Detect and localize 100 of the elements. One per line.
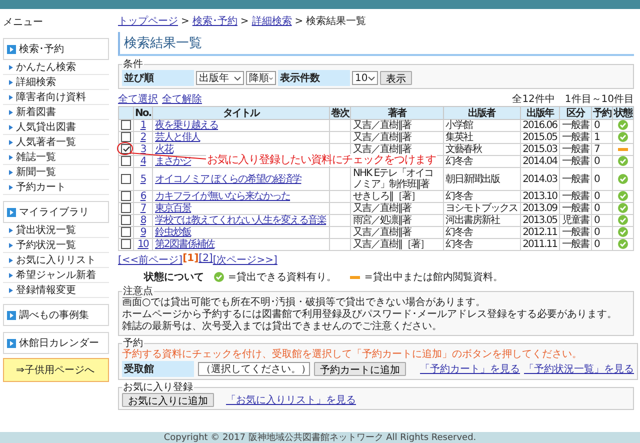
- breadcrumb-link[interactable]: 検索･予約: [192, 14, 238, 28]
- kids-page-link[interactable]: ⇒子供用ページへ: [3, 358, 109, 382]
- fieldset-legend: 注意点: [122, 286, 154, 297]
- title-link[interactable]: まさかジ: [155, 156, 192, 167]
- show-button[interactable]: 表示: [380, 71, 412, 85]
- row-checkbox[interactable]: [121, 215, 131, 226]
- menu-item[interactable]: かんたん検索: [3, 60, 109, 75]
- row-checkbox[interactable]: [121, 174, 131, 184]
- column-header: タイトル: [152, 106, 330, 120]
- menu-item[interactable]: 新聞一覧: [3, 165, 109, 180]
- breadcrumb-link[interactable]: トップページ: [118, 14, 178, 28]
- table-cell: 2016.06: [520, 120, 560, 132]
- row-checkbox[interactable]: [121, 144, 131, 154]
- table-cell: 2013.05: [520, 214, 560, 226]
- page-title: 検索結果一覧: [118, 32, 634, 56]
- table-cell: 0: [592, 156, 612, 168]
- favorite-list-link[interactable]: 「お気に入りリスト」を見る: [226, 393, 356, 407]
- menu-item[interactable]: 人気著者一覧: [3, 135, 109, 150]
- table-cell: 0: [592, 214, 612, 226]
- menu-item[interactable]: 詳細検索: [3, 75, 109, 90]
- table-cell: 文藝春秋: [443, 144, 520, 156]
- menu-section-header[interactable]: マイライブラリ: [3, 201, 109, 223]
- column-header: 状態: [612, 106, 634, 120]
- table-cell: 幻冬舎: [443, 156, 520, 168]
- row-checkbox[interactable]: [121, 132, 131, 142]
- menu-item[interactable]: 予約状況一覧: [3, 238, 109, 253]
- page-link[interactable]: [2]: [198, 253, 213, 267]
- title-link[interactable]: 東京百景: [155, 203, 192, 214]
- bullet-icon: [9, 272, 13, 278]
- bullet-icon: [9, 140, 13, 144]
- bullet-icon: [9, 288, 13, 292]
- page-link[interactable]: [<<前ページ]: [118, 253, 183, 267]
- bullet-icon: [7, 44, 16, 54]
- bullet-icon: [9, 124, 13, 130]
- row-checkbox[interactable]: [121, 191, 131, 202]
- table-cell: 一般書: [560, 132, 592, 144]
- sort-order-select[interactable]: 降順: [246, 71, 276, 85]
- table-cell: 2013.09: [520, 202, 560, 214]
- copyright-text: Copyright © 2017 阪神地域公共図書館ネットワーク All Rights Reserved.: [164, 432, 476, 442]
- column-header: No.: [134, 106, 153, 120]
- menu-item[interactable]: 貸出状況一覧: [3, 223, 109, 238]
- table-cell: NHK Eテレ「オイコノミア」制作班‖著: [350, 168, 444, 190]
- column-header: 出版者: [443, 106, 520, 120]
- caret-icon: [234, 76, 241, 80]
- page-link[interactable]: [次ページ>>]: [212, 253, 278, 267]
- table-cell: 又吉／直樹‖著: [350, 226, 444, 238]
- menu-item[interactable]: 障害者向け資料: [3, 90, 109, 105]
- table-cell: 2014.03: [520, 168, 560, 190]
- status-legend-text: =貸出できる資料有り。: [228, 270, 336, 284]
- sort-field-select[interactable]: 出版年: [196, 71, 244, 85]
- table-cell: 一般書: [560, 190, 592, 202]
- count-select[interactable]: 10: [352, 71, 378, 85]
- menu-item[interactable]: 予約カート: [3, 180, 109, 195]
- title-link[interactable]: 火花: [155, 144, 174, 155]
- current-page: [1]: [182, 253, 199, 266]
- row-number-link[interactable]: 5: [140, 174, 146, 184]
- breadcrumb-current: 検索結果一覧: [306, 14, 366, 28]
- row-checkbox[interactable]: [121, 227, 131, 238]
- highlight-circle: [117, 142, 133, 155]
- table-cell: 雨宮／処凛‖著: [350, 214, 444, 226]
- breadcrumb-separator: >: [181, 16, 190, 26]
- menu-item[interactable]: お気に入りリスト: [3, 253, 109, 268]
- table-cell: 幻冬舎: [443, 226, 520, 238]
- select-all-link[interactable]: 全て選択: [118, 92, 158, 106]
- breadcrumb-link[interactable]: 詳細検索: [252, 14, 292, 28]
- view-link[interactable]: 「予約状況一覧」を見る: [524, 362, 634, 376]
- bullet-icon: [9, 64, 13, 70]
- bullet-icon: [9, 228, 13, 232]
- column-header: 巻次: [330, 106, 351, 120]
- deselect-all-link[interactable]: 全て解除: [162, 92, 202, 106]
- table-cell: 0: [592, 168, 612, 190]
- pickup-select[interactable]: （選択してください。）: [198, 362, 310, 376]
- table-cell: 0: [592, 202, 612, 214]
- row-checkbox[interactable]: [121, 120, 131, 130]
- row-checkbox[interactable]: [121, 156, 131, 166]
- add-favorite-button[interactable]: お気に入りに追加: [122, 393, 214, 407]
- caret-icon: [368, 76, 375, 80]
- bullet-icon: [9, 154, 13, 160]
- row-checkbox[interactable]: [121, 239, 131, 250]
- table-cell: 2013.10: [520, 190, 560, 202]
- menu-item[interactable]: 雑誌一覧: [3, 150, 109, 165]
- instruction-text: 予約する資料にチェックを付け、受取館を選択して「予約カートに追加」のボタンを押してください。: [122, 349, 583, 361]
- bullet-icon: [7, 208, 16, 216]
- menu-section-header[interactable]: 休館日カレンダー: [3, 332, 109, 354]
- table-cell: 2015.03: [520, 144, 560, 156]
- menu-item[interactable]: 希望ジャンル新着: [3, 268, 109, 283]
- title-link[interactable]: 鈴虫炒飯: [155, 227, 192, 238]
- add-to-cart-button[interactable]: 予約カートに追加: [314, 362, 406, 376]
- menu-item[interactable]: 人気貸出図書: [3, 120, 109, 135]
- menu-section-header[interactable]: 調べもの事例集: [3, 304, 109, 326]
- table-cell: 一般書: [560, 168, 592, 190]
- table-cell: 2015.05: [520, 132, 560, 144]
- menu-section-header[interactable]: 検索･予約: [3, 38, 109, 60]
- menu-item[interactable]: 新着図書: [3, 105, 109, 120]
- row-checkbox[interactable]: [121, 203, 131, 214]
- result-count: 全12件中 1件目～10件目: [512, 92, 634, 106]
- table-cell: 一般書: [560, 226, 592, 238]
- bullet-icon: [7, 338, 16, 348]
- view-link[interactable]: 「予約カート」を見る: [420, 362, 520, 376]
- menu-item[interactable]: 登録情報変更: [3, 283, 109, 298]
